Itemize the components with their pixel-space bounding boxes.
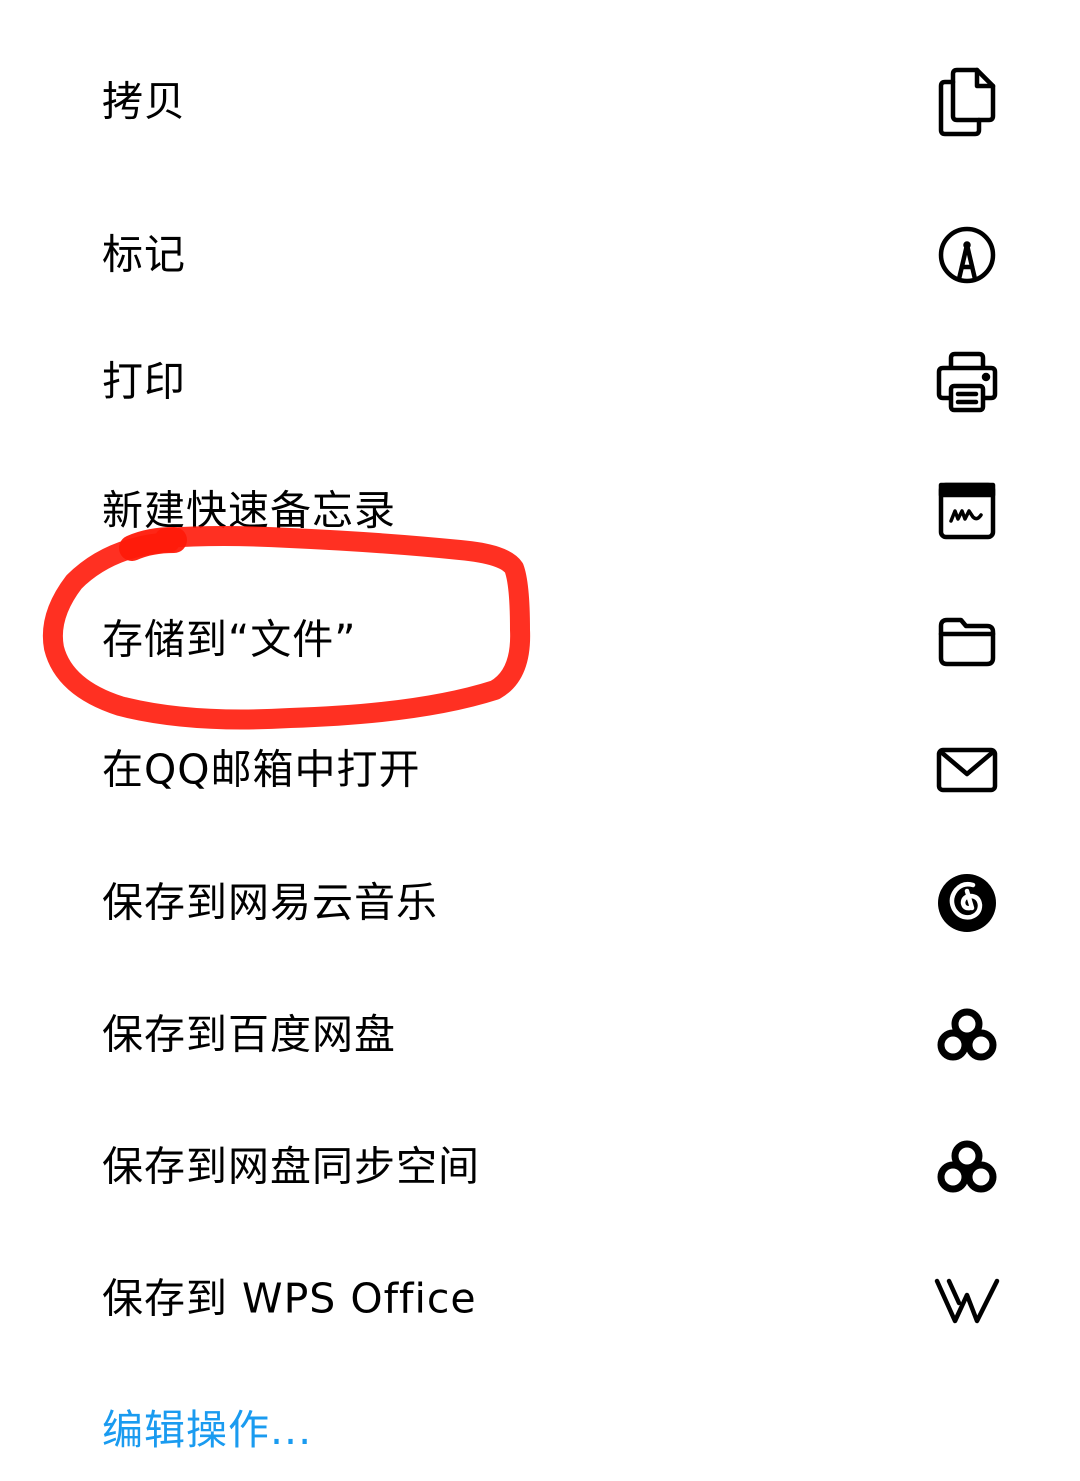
action-label: 保存到网盘同步空间: [102, 1142, 480, 1191]
action-label: 打印: [102, 357, 186, 406]
action-label: 新建快速备忘录: [102, 486, 396, 535]
edit-actions-link[interactable]: 编辑操作...: [102, 1410, 312, 1451]
action-label: 在QQ邮箱中打开: [102, 745, 421, 794]
action-quick-note[interactable]: 新建快速备忘录: [0, 446, 1080, 576]
quick-note-icon: [927, 471, 1007, 551]
markup-icon: [927, 215, 1007, 295]
netease-music-icon: [927, 863, 1007, 943]
print-icon: [927, 342, 1007, 422]
folder-icon: [927, 600, 1007, 680]
wps-icon: [927, 1259, 1007, 1339]
action-open-in-qq-mail[interactable]: 在QQ邮箱中打开: [0, 705, 1080, 835]
mail-icon: [927, 730, 1007, 810]
action-label: 拷贝: [102, 77, 186, 126]
action-print[interactable]: 打印: [0, 317, 1080, 447]
action-label: 标记: [102, 230, 186, 279]
action-save-to-files[interactable]: 存储到“文件”: [0, 575, 1080, 705]
copy-icon: [927, 62, 1007, 142]
share-sheet-actions: 拷贝 标记 打印 新建快速备忘录 存储到“文件” 在QQ邮箱中打开 保存到网易云…: [0, 0, 1080, 1481]
action-markup[interactable]: 标记: [0, 190, 1080, 320]
baidu-sync-icon: [927, 1127, 1007, 1207]
action-save-to-baidu-netdisk[interactable]: 保存到百度网盘: [0, 970, 1080, 1100]
baidu-netdisk-icon: [927, 995, 1007, 1075]
action-label: 保存到 WPS Office: [102, 1274, 477, 1323]
action-label: 保存到网易云音乐: [102, 878, 438, 927]
action-save-to-netdisk-sync[interactable]: 保存到网盘同步空间: [0, 1102, 1080, 1232]
action-copy[interactable]: 拷贝: [0, 37, 1080, 167]
action-label: 存储到“文件”: [102, 615, 357, 664]
action-save-to-wps[interactable]: 保存到 WPS Office: [0, 1234, 1080, 1364]
action-label: 保存到百度网盘: [102, 1010, 396, 1059]
action-save-to-netease-music[interactable]: 保存到网易云音乐: [0, 838, 1080, 968]
